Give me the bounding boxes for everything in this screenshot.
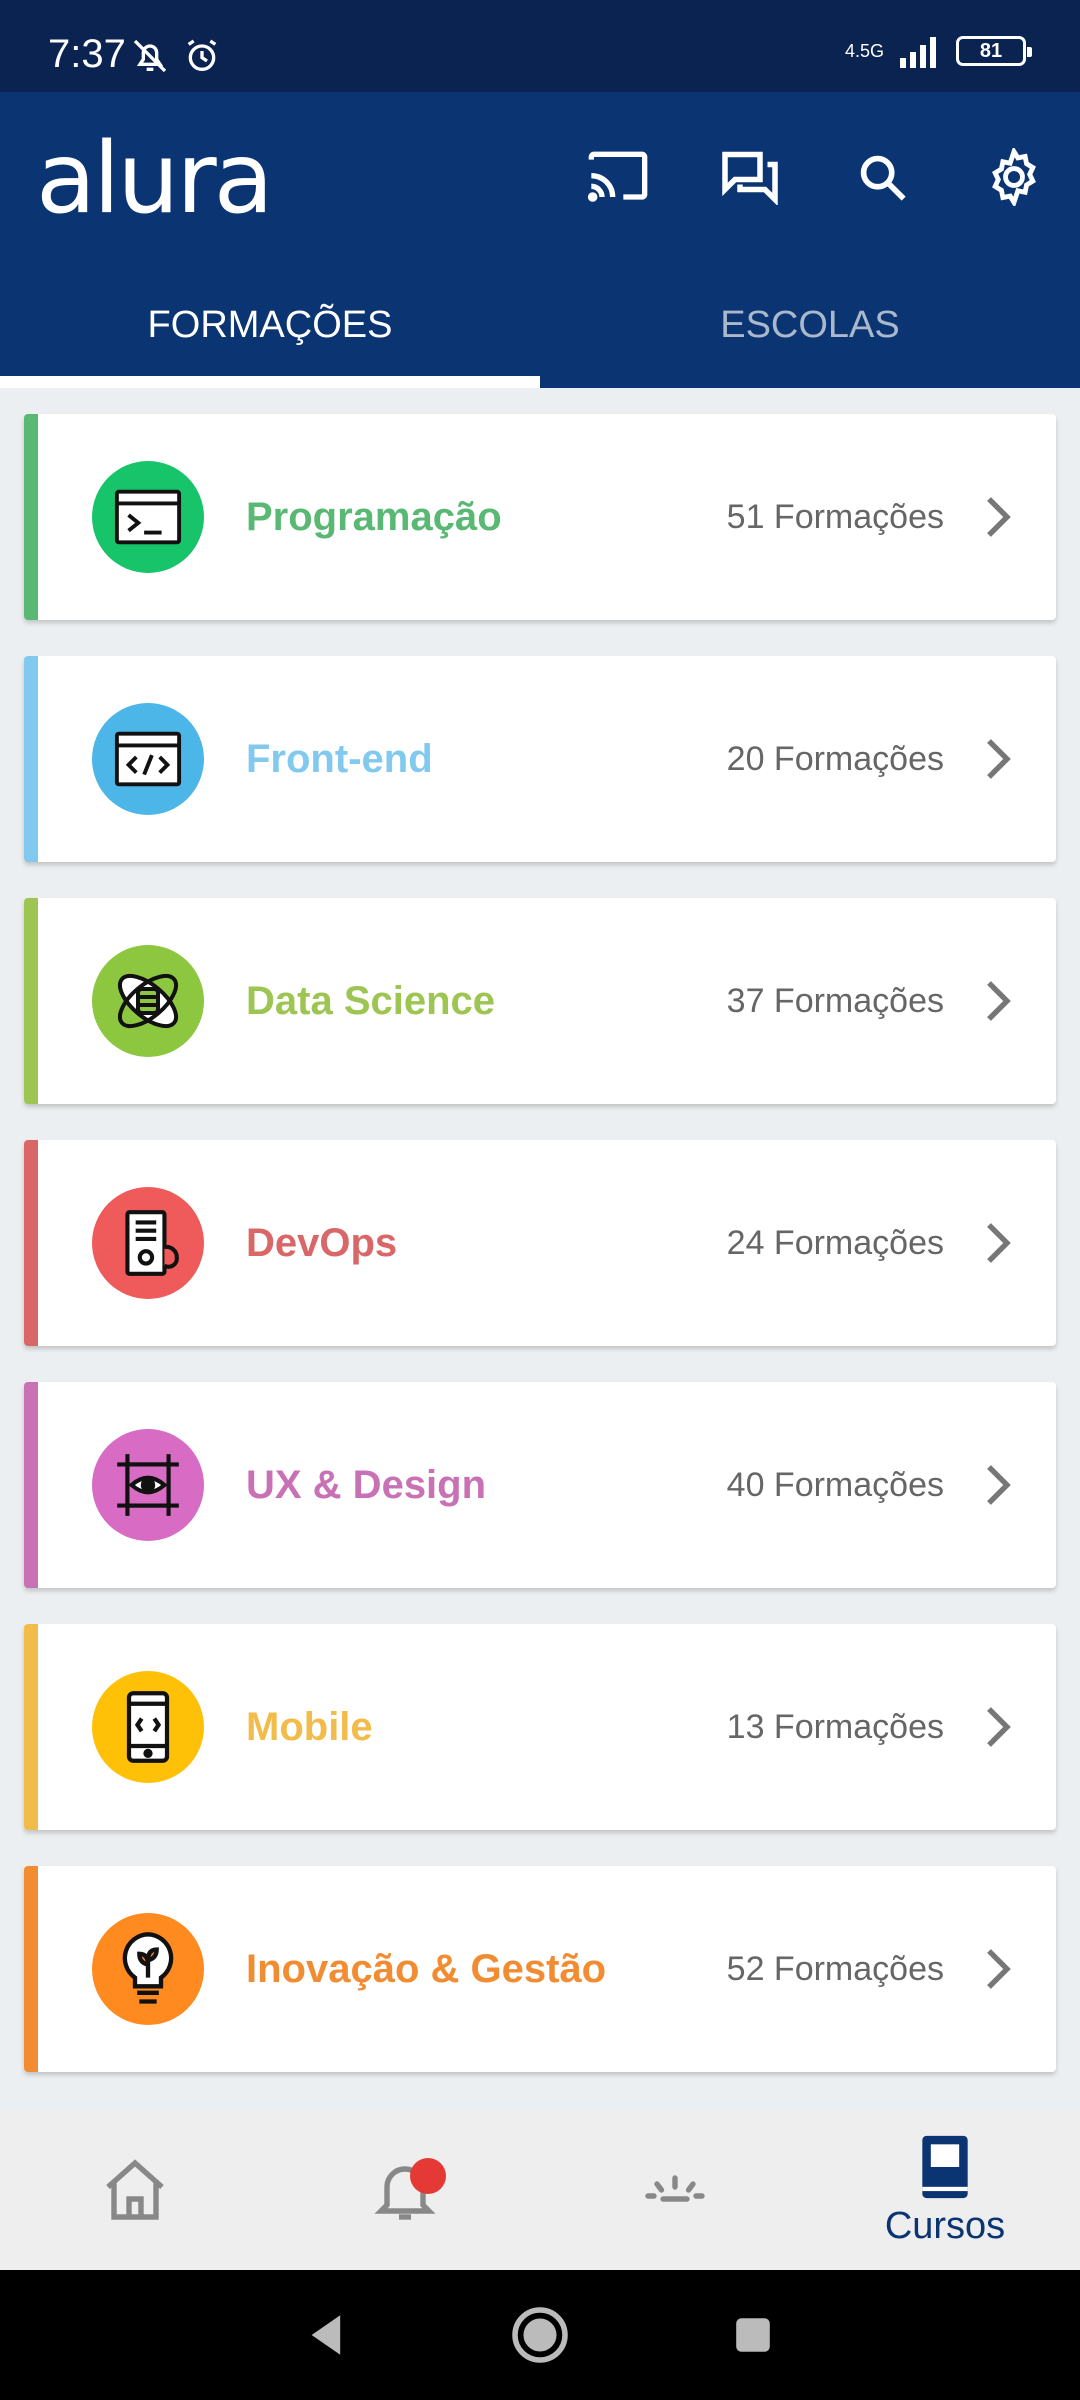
nav-explore[interactable] (540, 2110, 810, 2270)
category-title: DevOps (246, 1220, 398, 1265)
category-count: 24 Formações (726, 1223, 944, 1262)
search-icon (860, 155, 906, 201)
category-card-data-science[interactable]: Data Science 37 Formações (24, 898, 1056, 1104)
card-accent (24, 414, 38, 620)
settings-button[interactable] (948, 132, 1080, 222)
category-card-inovacao-gestao[interactable]: Inovação & Gestão 52 Formações (24, 1866, 1056, 2072)
code-window-icon (92, 703, 204, 815)
smartphone-icon (92, 1671, 204, 1783)
cast-icon (587, 151, 648, 202)
status-icons (130, 36, 222, 76)
card-accent (24, 1624, 38, 1830)
status-bar: 7:37 4.5G 81 (0, 0, 1080, 92)
server-icon (92, 1187, 204, 1299)
forum-icon (722, 151, 778, 205)
mute-icon (133, 39, 167, 73)
lightbulb-icon (92, 1913, 204, 2025)
app-header: alura FORMAÇÕES ESCOLAS (0, 92, 1080, 388)
category-count: 37 Formações (726, 981, 944, 1020)
search-button[interactable] (816, 132, 948, 222)
battery-level: 81 (979, 39, 1003, 62)
card-accent (24, 1382, 38, 1588)
category-list: Programação 51 Formações Front-end 20 Fo… (24, 414, 1056, 2108)
category-title: Data Science (246, 978, 496, 1023)
status-time: 7:37 (48, 32, 126, 76)
card-accent (24, 1140, 38, 1346)
tab-escolas[interactable]: ESCOLAS (540, 262, 1080, 388)
terminal-icon (92, 461, 204, 573)
card-accent (24, 1866, 38, 2072)
chevron-right-icon (978, 729, 1018, 789)
category-count: 20 Formações (726, 739, 944, 778)
sunrise-icon (645, 2175, 705, 2202)
category-title: Programação (246, 494, 502, 539)
system-back-button[interactable] (287, 2295, 367, 2375)
category-card-front-end[interactable]: Front-end 20 Formações (24, 656, 1056, 862)
notification-dot (410, 2158, 446, 2194)
tab-formacoes[interactable]: FORMAÇÕES (0, 262, 540, 388)
gear-icon (992, 148, 1036, 206)
app-logo: alura (36, 122, 274, 236)
book-icon (922, 2135, 968, 2198)
chevron-right-icon (978, 1697, 1018, 1757)
nav-courses[interactable]: Cursos (810, 2110, 1080, 2270)
header-actions (552, 132, 1080, 222)
category-count: 40 Formações (726, 1465, 944, 1504)
category-title: Front-end (246, 736, 433, 781)
bottom-nav: Cursos (0, 2110, 1080, 2270)
battery-indicator: 81 (956, 36, 1032, 66)
nav-notifications[interactable] (270, 2110, 540, 2270)
category-card-programacao[interactable]: Programação 51 Formações (24, 414, 1056, 620)
status-right: 4.5G 81 (844, 34, 1032, 68)
chevron-right-icon (978, 971, 1018, 1031)
chevron-right-icon (978, 1455, 1018, 1515)
category-card-ux-design[interactable]: UX & Design 40 Formações (24, 1382, 1056, 1588)
tab-bar: FORMAÇÕES ESCOLAS (0, 262, 1080, 388)
system-recents-button[interactable] (713, 2295, 793, 2375)
home-circle-icon (512, 2307, 568, 2363)
recents-square-icon (736, 2318, 771, 2352)
chevron-right-icon (978, 1213, 1018, 1273)
category-title: Mobile (246, 1704, 373, 1749)
back-triangle-icon (311, 2315, 340, 2355)
card-accent (24, 898, 38, 1104)
eye-icon (92, 1429, 204, 1541)
category-count: 52 Formações (726, 1949, 944, 1988)
system-nav (0, 2270, 1080, 2400)
nav-courses-label: Cursos (884, 2204, 1006, 2247)
chevron-right-icon (978, 1939, 1018, 1999)
system-home-button[interactable] (500, 2295, 580, 2375)
category-count: 13 Formações (726, 1707, 944, 1746)
category-card-mobile[interactable]: Mobile 13 Formações (24, 1624, 1056, 1830)
signal-icon (900, 37, 936, 68)
cast-button[interactable] (552, 132, 684, 222)
card-accent (24, 656, 38, 862)
alarm-icon (187, 39, 217, 71)
atom-icon (92, 945, 204, 1057)
category-count: 51 Formações (726, 497, 944, 536)
category-card-devops[interactable]: DevOps 24 Formações (24, 1140, 1056, 1346)
nav-home[interactable] (0, 2110, 270, 2270)
network-label: 4.5G (844, 41, 884, 61)
home-icon (106, 2159, 164, 2220)
chevron-right-icon (978, 487, 1018, 547)
category-title: UX & Design (246, 1462, 487, 1507)
forum-button[interactable] (684, 132, 816, 222)
category-title: Inovação & Gestão (246, 1946, 607, 1991)
